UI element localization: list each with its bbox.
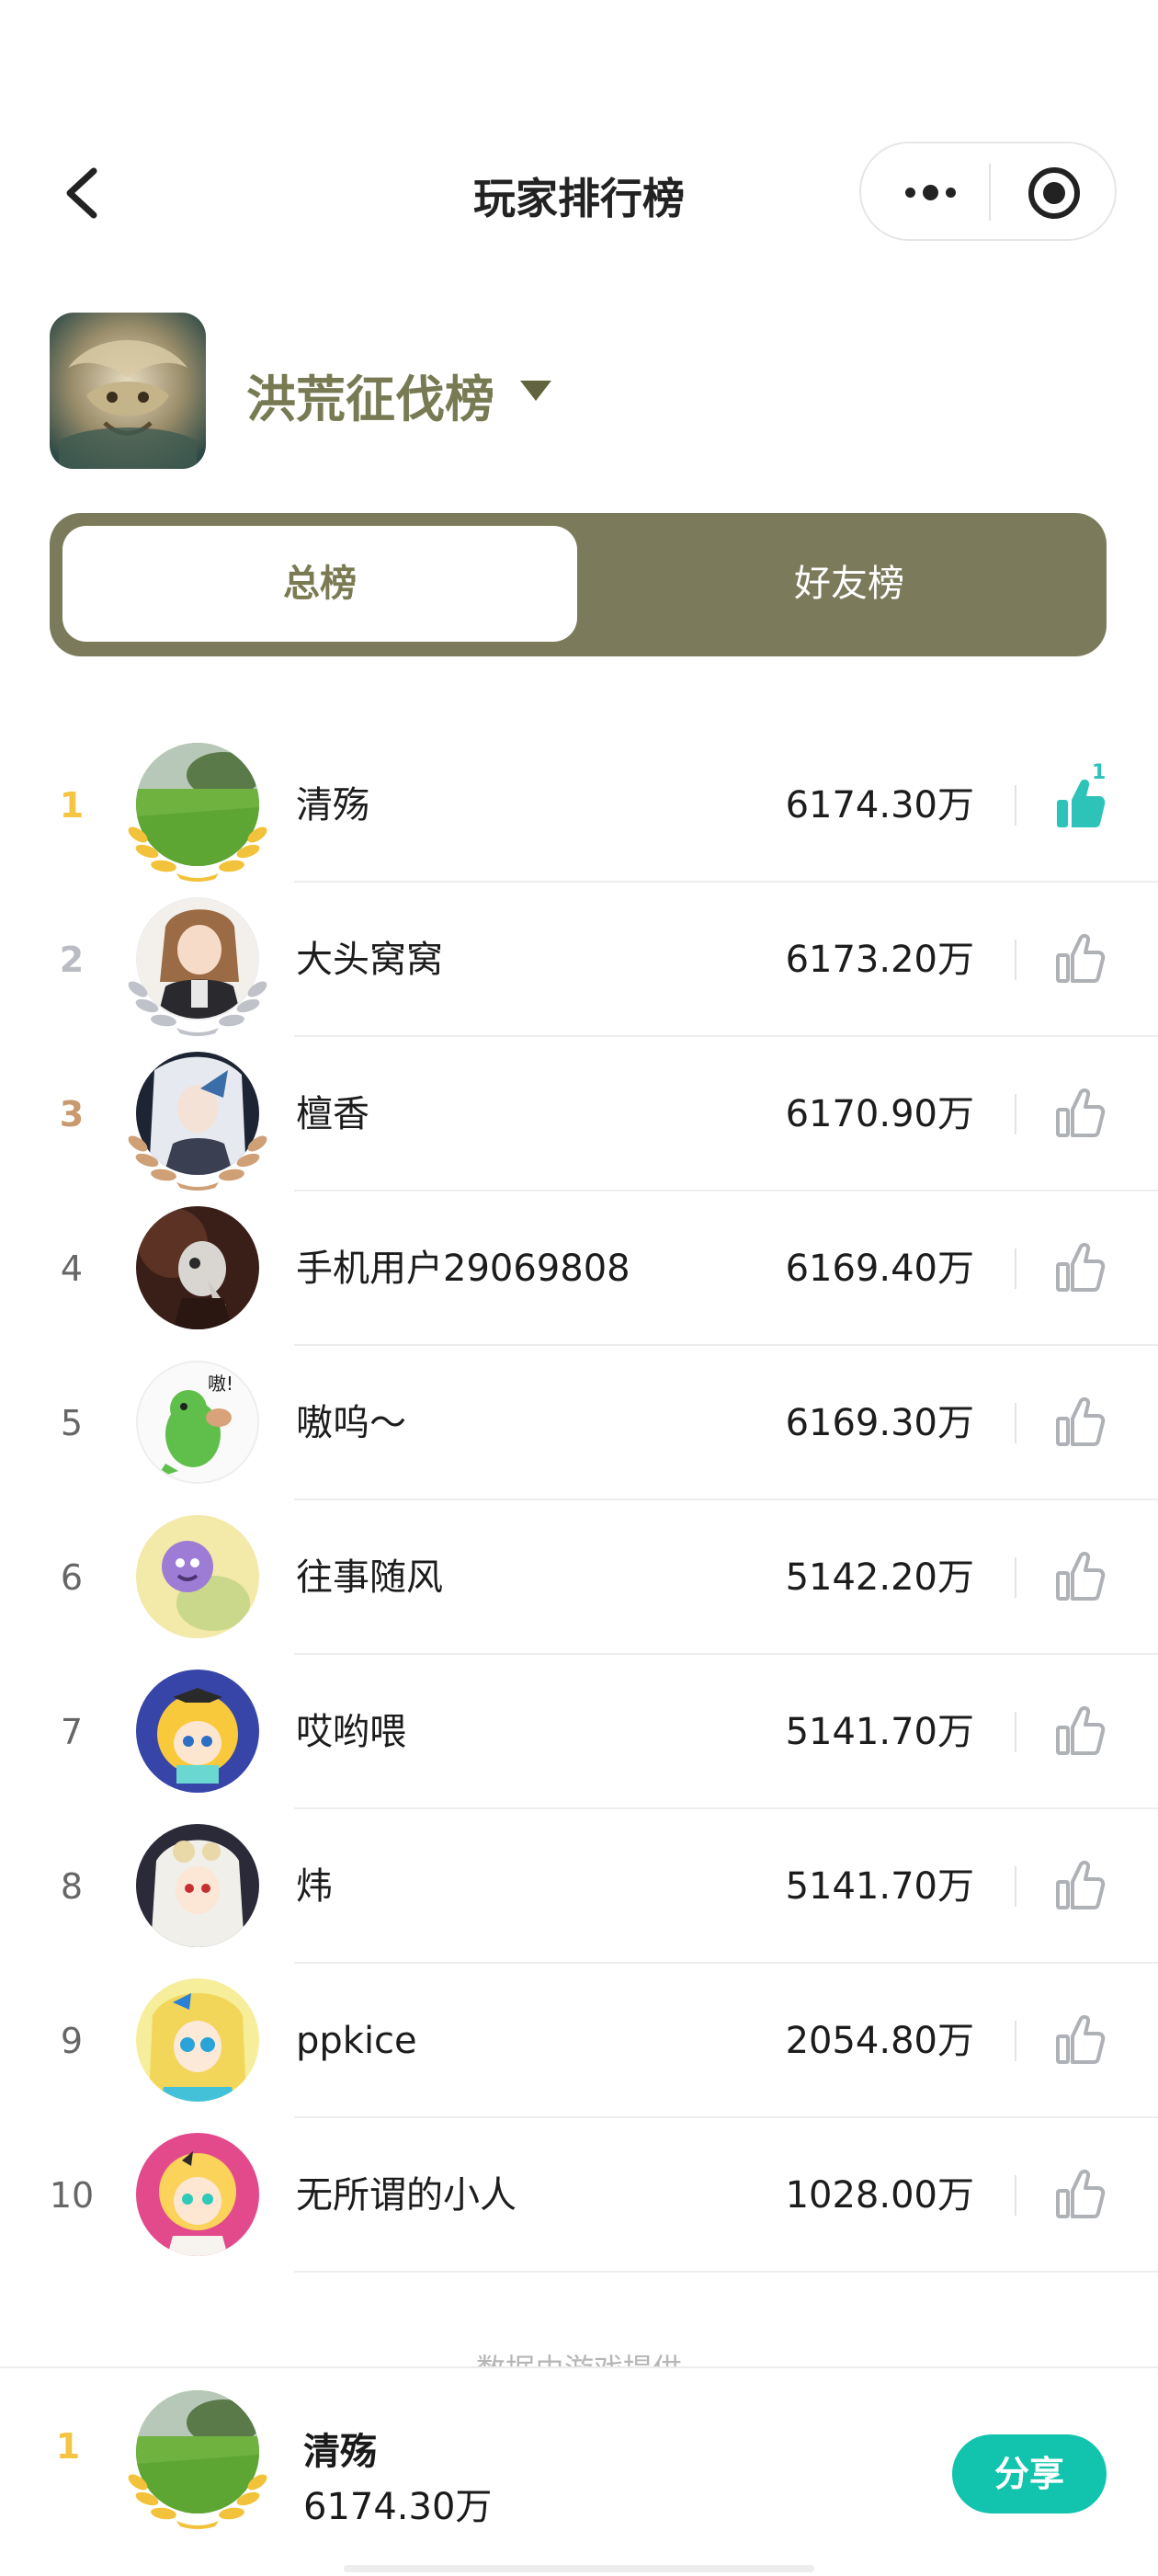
player-score: 6169.40万 [785,1248,974,1290]
more-menu-button[interactable] [889,162,971,222]
ranking-row: 3 檀香 6170.90万 [0,1037,1158,1191]
like-button[interactable] [1055,2166,1107,2221]
like-button[interactable] [1055,1394,1107,1449]
tab-overall[interactable]: 总榜 [62,526,577,642]
ranking-row: 7 哎哟喂 5141.70万 [0,1655,1158,1809]
player-name: 手机用户29069808 [296,1248,630,1290]
bronze-laurel-icon [128,1135,267,1191]
player-name: 清殇 [296,784,369,826]
ranking-row: 6 往事随风 5142.20万 [0,1500,1158,1655]
player-score: 5141.70万 [785,1865,974,1908]
player-name: 大头窝窝 [296,939,443,981]
rank-number: 6 [60,1557,84,1598]
thumbs-up-icon [1056,1860,1106,1909]
thumbs-up-icon [1056,1551,1106,1601]
ranking-row: 8 炜 5141.70万 [0,1809,1158,1964]
player-score: 6169.30万 [785,1402,974,1444]
like-button[interactable] [1055,776,1107,831]
avatar [136,1515,259,1638]
player-score: 5141.70万 [785,1711,974,1753]
thumbs-up-icon [1056,1242,1106,1292]
my-rank-number: 1 [55,2426,81,2467]
like-button[interactable] [1055,1548,1107,1603]
like-count: 1 [1092,761,1107,784]
like-button[interactable] [1055,930,1107,986]
rank-number: 3 [59,1094,85,1134]
player-name: ppkice [296,2020,417,2062]
thumbs-up-icon [1056,933,1106,983]
rank-number: 9 [60,2021,84,2061]
ranking-row: 2 大头窝窝 6173.20万 [0,883,1158,1037]
game-icon [50,313,206,469]
tab-friends[interactable]: 好友榜 [592,526,1107,642]
thumbs-up-icon [1056,1705,1106,1755]
thumbs-up-icon [1056,1396,1106,1446]
capsule-divider [989,164,991,221]
thumbs-up-filled-icon [1057,779,1106,827]
more-dots-icon [904,187,915,198]
avatar: 嗷! [136,1361,259,1484]
player-score: 1028.00万 [785,2174,974,2217]
top-nav: 玩家排行榜 [0,138,1158,248]
rank-number: 4 [60,1248,84,1289]
gold-laurel-icon [128,826,267,882]
avatar [136,1824,259,1947]
ranking-row: 10 无所谓的小人 1028.00万 [0,2118,1158,2273]
rank-number: 7 [60,1712,84,1752]
player-score: 5142.20万 [785,1556,974,1599]
player-name: 炜 [296,1865,333,1908]
rank-number: 5 [60,1403,84,1443]
close-mini-program-button[interactable] [1027,165,1082,221]
avatar [136,2133,259,2256]
rank-number: 10 [49,2175,95,2216]
player-score: 6170.90万 [785,1093,974,1135]
my-name: 清殇 [303,2431,377,2473]
share-button[interactable]: 分享 [952,2434,1107,2513]
svg-text:嗷!: 嗷! [208,1373,233,1395]
caret-down-icon[interactable] [520,381,551,401]
home-indicator [344,2565,814,2572]
player-name: 嗷呜～ [296,1402,406,1444]
game-header: 洪荒征伐榜 [50,313,1107,469]
thumbs-up-icon [1056,1088,1106,1137]
player-score: 6173.20万 [785,939,974,981]
thumbs-up-icon [1056,2014,1106,2064]
player-name: 往事随风 [296,1556,443,1599]
avatar [136,1978,259,2102]
ranking-row: 4 手机用户29069808 6169.40万 [0,1191,1158,1346]
board-tabs: 总榜 好友榜 [50,513,1107,656]
like-button[interactable] [1055,1239,1107,1294]
player-name: 檀香 [296,1093,369,1135]
leaderboard-selector[interactable]: 洪荒征伐榜 [246,359,494,431]
mini-program-capsule [859,142,1117,241]
player-score: 2054.80万 [785,2020,974,2062]
like-button[interactable] [1055,1857,1107,1912]
avatar [136,1206,259,1329]
like-button[interactable] [1055,1085,1107,1140]
my-score: 6174.30万 [303,2486,493,2528]
player-name: 哎哟喂 [296,1711,406,1753]
gold-laurel-icon [128,2474,267,2529]
rank-number: 2 [59,940,85,980]
like-button[interactable] [1055,1703,1107,1758]
ranking-row: 5 嗷! 嗷呜～ 6169.30万 [0,1346,1158,1500]
target-circle-icon [1028,167,1080,219]
player-score: 6174.30万 [785,784,974,826]
rank-number: 8 [60,1866,84,1907]
thumbs-up-icon [1056,2169,1106,2218]
silver-laurel-icon [128,981,267,1036]
ranking-list: 1 清殇 6174.30万 1 2 大头窝窝 6173.20万 3 檀香 617… [0,728,1158,2273]
like-button[interactable] [1055,2012,1107,2067]
ranking-row: 9 ppkice 2054.80万 [0,1964,1158,2118]
rank-number: 1 [59,785,85,826]
player-name: 无所谓的小人 [296,2174,517,2217]
ranking-row: 1 清殇 6174.30万 1 [0,728,1158,883]
my-rank-bar: 1 清殇 6174.30万 分享 [0,2366,1158,2576]
avatar [136,1670,259,1793]
